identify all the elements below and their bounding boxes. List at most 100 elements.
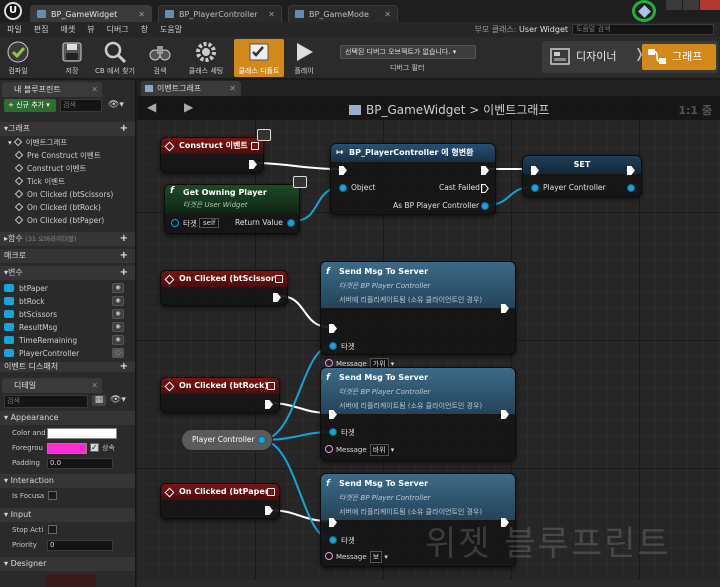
cast-failed-pin[interactable] bbox=[481, 184, 489, 193]
get-owning-player-node[interactable]: f Get Owning Player 타겟은 User Widget 타겟 sel… bbox=[164, 184, 300, 234]
unreal-logo-icon[interactable]: U bbox=[4, 2, 22, 20]
menu-window[interactable]: 창 bbox=[135, 22, 154, 37]
variable-item[interactable]: btRock ◉ bbox=[4, 295, 132, 308]
priority-input[interactable]: 0 bbox=[47, 540, 113, 551]
tree-item-event[interactable]: Construct 이벤트 bbox=[14, 163, 86, 175]
menu-asset[interactable]: 애셋 bbox=[54, 22, 81, 37]
details-search-input[interactable]: 검색 bbox=[4, 395, 88, 408]
variable-item[interactable]: btPaper ◉ bbox=[4, 282, 132, 295]
visibility-eye-icon[interactable]: ◉ bbox=[112, 335, 124, 345]
foreground-color-swatch[interactable] bbox=[47, 443, 87, 454]
compile-button[interactable]: 컴파일 bbox=[2, 39, 34, 77]
on-clicked-btscissors-node[interactable]: On Clicked (btScissors) bbox=[160, 270, 288, 306]
help-search-input[interactable]: 도움말 검색 bbox=[572, 24, 714, 35]
interaction-category[interactable]: ▾ Interaction bbox=[0, 474, 135, 488]
message-field[interactable]: Message 바위 ▾ bbox=[325, 444, 394, 456]
target-pin[interactable] bbox=[329, 536, 337, 544]
tree-item-event[interactable]: On Clicked (btScissors) bbox=[14, 189, 113, 201]
exec-out-pin[interactable] bbox=[249, 160, 257, 169]
variable-item[interactable]: btScissors ◉ bbox=[4, 308, 132, 321]
string-pin[interactable] bbox=[325, 359, 333, 367]
tab-bp-gamemode[interactable]: BP_GameMode ✕ bbox=[288, 5, 398, 22]
player-controller-getter-node[interactable]: Player Controller bbox=[181, 429, 273, 451]
close-icon[interactable]: ✕ bbox=[91, 378, 98, 393]
close-icon[interactable]: ✕ bbox=[268, 6, 275, 23]
graph-mode-button[interactable]: 그래프 bbox=[642, 44, 716, 70]
player-controller-out-pin[interactable] bbox=[258, 436, 266, 444]
back-forward-icon[interactable]: ◀ ▶ bbox=[147, 100, 205, 114]
menu-help[interactable]: 도움말 bbox=[154, 22, 188, 37]
functions-category[interactable]: ▸함수 (31 오버라이더블) + bbox=[0, 232, 135, 246]
variables-category[interactable]: ▾변수 + bbox=[0, 266, 135, 280]
as-bp-player-controller-pin[interactable] bbox=[481, 202, 489, 210]
tab-bp-playercontroller[interactable]: BP_PlayerController ✕ bbox=[158, 5, 282, 22]
visibility-eye-icon[interactable]: ◉ bbox=[112, 283, 124, 293]
exec-out-pin[interactable] bbox=[265, 400, 273, 409]
padding-input[interactable]: 0.0 bbox=[47, 458, 113, 469]
menu-debug[interactable]: 디버그 bbox=[101, 22, 135, 37]
designer-swatch[interactable] bbox=[46, 574, 96, 587]
on-clicked-btpaper-node[interactable]: On Clicked (btPaper) bbox=[160, 483, 280, 519]
color-swatch[interactable] bbox=[47, 428, 117, 439]
exec-in-pin[interactable] bbox=[329, 324, 337, 333]
inherit-checkbox[interactable] bbox=[90, 441, 99, 455]
tree-item-event[interactable]: Pre Construct 이벤트 bbox=[14, 150, 101, 162]
delegate-pin-icon[interactable] bbox=[267, 382, 275, 390]
string-pin[interactable] bbox=[325, 445, 333, 453]
grid-view-icon[interactable]: ▦ bbox=[92, 395, 106, 406]
exec-out-pin[interactable] bbox=[273, 293, 281, 302]
eye-icon[interactable]: 👁▾ bbox=[108, 100, 126, 111]
visibility-eye-icon[interactable]: ◉ bbox=[112, 322, 124, 332]
my-blueprint-search-input[interactable]: 검색 bbox=[60, 99, 102, 112]
details-tab[interactable]: 디테일 ✕ bbox=[2, 378, 102, 393]
set-player-controller-node[interactable]: SET Player Controller bbox=[522, 155, 642, 197]
exec-in-pin[interactable] bbox=[339, 166, 347, 175]
menu-file[interactable]: 파일 bbox=[0, 22, 28, 37]
menu-edit[interactable]: 편집 bbox=[28, 22, 55, 37]
breadcrumb-graph[interactable]: 이벤트그래프 bbox=[483, 103, 549, 117]
class-settings-button[interactable]: 클래스 세팅 bbox=[182, 39, 230, 77]
add-dispatcher-icon[interactable]: + bbox=[120, 362, 128, 372]
add-new-button[interactable]: + 신규 추가 ▾ bbox=[4, 99, 56, 112]
save-button[interactable]: 저장 bbox=[56, 39, 88, 77]
event-dispatchers-category[interactable]: 이벤트 디스패처 + bbox=[0, 362, 135, 372]
delegate-pin-icon[interactable] bbox=[267, 488, 275, 496]
maximize-icon[interactable] bbox=[683, 0, 699, 10]
object-pin[interactable] bbox=[339, 184, 347, 192]
tab-bp-gamewidget[interactable]: BP_GameWidget ✕ bbox=[30, 5, 152, 22]
eye-icon[interactable]: 👁▾ bbox=[110, 395, 128, 406]
breadcrumb-blueprint[interactable]: BP_GameWidget bbox=[366, 103, 465, 117]
variable-item[interactable]: PlayerController ◌ bbox=[4, 347, 132, 360]
add-variable-icon[interactable]: + bbox=[120, 266, 128, 280]
event-graph-canvas[interactable]: 이벤트그래프 ✕ ◀ ▶ BP_GameWidget > 이벤트그래프 1:1 … bbox=[137, 80, 720, 587]
target-pin[interactable] bbox=[329, 342, 337, 350]
designer-category[interactable]: ▾ Designer bbox=[0, 557, 135, 571]
close-icon[interactable]: ✕ bbox=[229, 81, 236, 96]
on-clicked-btrock-node[interactable]: On Clicked (btRock) bbox=[160, 377, 280, 413]
is-focusable-checkbox[interactable] bbox=[48, 491, 57, 500]
construct-event-node[interactable]: Construct 이벤트 bbox=[160, 137, 264, 173]
find-in-cb-button[interactable]: CB 에서 찾기 bbox=[92, 39, 138, 77]
send-msg-to-server-node[interactable]: f Send Msg To Server 타겟은 BP Player Control… bbox=[320, 261, 516, 355]
close-icon[interactable]: ✕ bbox=[384, 6, 391, 23]
cast-to-bp-playercontroller-node[interactable]: ↦ BP_PlayerController 에 형변환 Object Cast F… bbox=[330, 143, 496, 215]
stop-action-checkbox[interactable] bbox=[48, 525, 57, 534]
add-graph-icon[interactable]: + bbox=[120, 122, 128, 136]
search-button[interactable]: 검색 bbox=[144, 39, 176, 77]
menu-view[interactable]: 뷰 bbox=[81, 22, 100, 37]
close-icon[interactable]: ✕ bbox=[91, 82, 98, 97]
highlight-circle[interactable] bbox=[632, 0, 656, 22]
close-window-icon[interactable] bbox=[700, 0, 720, 10]
add-macro-icon[interactable]: + bbox=[120, 249, 128, 263]
delegate-pin-icon[interactable] bbox=[251, 142, 259, 150]
play-button[interactable]: 플레이 bbox=[288, 39, 320, 77]
variable-item[interactable]: ResultMsg ◉ bbox=[4, 321, 132, 334]
macros-category[interactable]: 매크로 + bbox=[0, 249, 135, 263]
delegate-pin-icon[interactable] bbox=[275, 275, 283, 283]
add-function-icon[interactable]: + bbox=[120, 232, 128, 246]
input-category[interactable]: ▾ Input bbox=[0, 508, 135, 522]
parent-class-value[interactable]: User Widget bbox=[519, 25, 568, 34]
exec-out-pin[interactable] bbox=[265, 506, 273, 515]
variable-item[interactable]: TimeRemaining ◉ bbox=[4, 334, 132, 347]
my-blueprint-tab[interactable]: 내 블루프린트 ✕ bbox=[2, 82, 102, 97]
